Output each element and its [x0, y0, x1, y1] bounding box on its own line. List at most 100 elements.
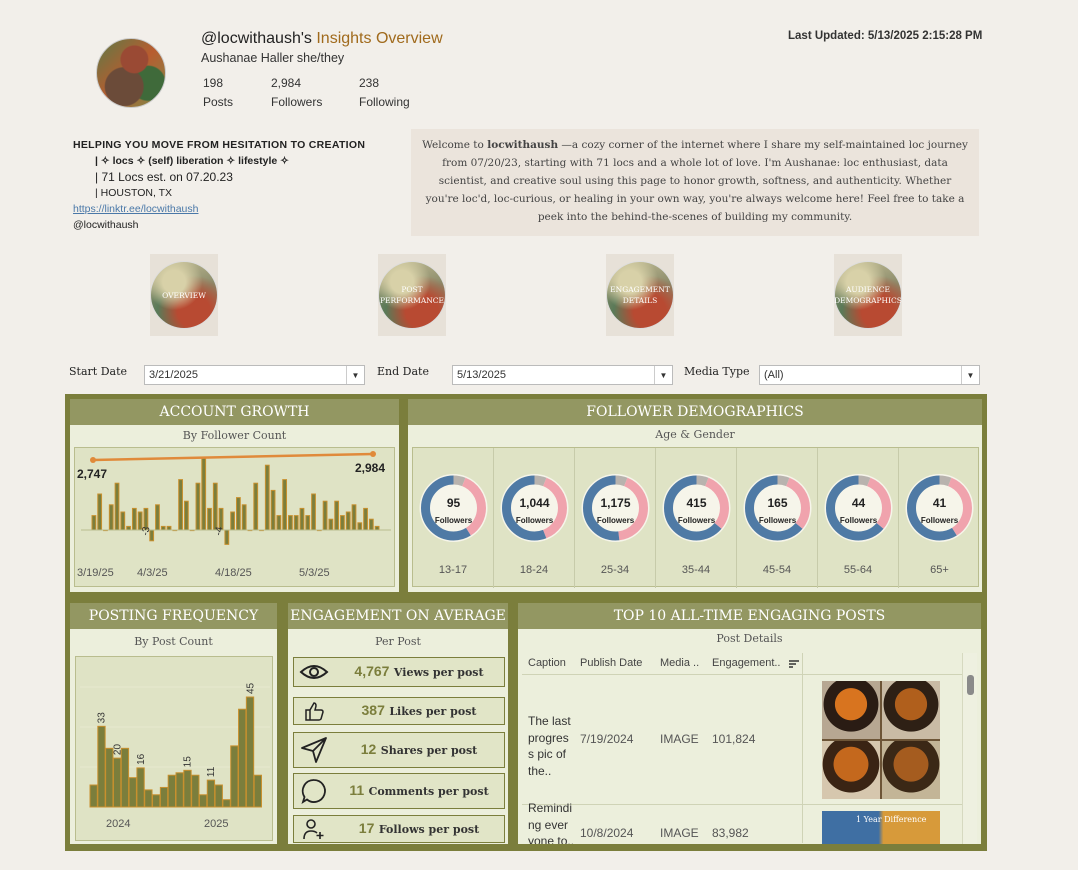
- nav-audience-demographics-button[interactable]: AUDIENCE DEMOGRAPHICS: [834, 262, 902, 328]
- donut-unit: Followers: [759, 516, 797, 525]
- media-type-select[interactable]: (All) ▼: [759, 365, 980, 385]
- comments-per-post-row: 11 Comments per post: [293, 773, 505, 809]
- growth-bar: [322, 500, 328, 531]
- growth-bar: [288, 515, 293, 531]
- growth-bar: [351, 504, 357, 531]
- chevron-down-icon: ▼: [961, 366, 979, 384]
- post-caption: Remindi ng ever yone to..: [528, 801, 575, 844]
- donut-cell-55-64: 44 Followers 55-64: [818, 448, 899, 588]
- engagement-panel: ENGAGEMENT ON AVERAGE Per Post 4,767 Vie…: [288, 603, 508, 844]
- freq-bar: [167, 774, 176, 808]
- growth-bar: [311, 493, 316, 531]
- donut-age-label: 65+: [930, 564, 949, 576]
- column-header-date[interactable]: Publish Date: [580, 657, 642, 669]
- freq-bar: [198, 794, 208, 808]
- donut-svg: 44 Followers: [824, 474, 893, 542]
- likes-label: Likes per post: [389, 705, 477, 718]
- freq-bar: [105, 747, 114, 808]
- donut-age-label: 18-24: [519, 564, 549, 576]
- freq-bar: [183, 769, 192, 808]
- freq-bar: [206, 779, 216, 808]
- growth-x-tick: 4/18/25: [215, 567, 252, 579]
- followers-count: 2,984: [271, 76, 302, 90]
- growth-bar: [340, 515, 345, 531]
- post-thumbnail[interactable]: [822, 681, 940, 799]
- linktree-link[interactable]: https://linktr.ee/locwithaush: [73, 203, 198, 215]
- nav-post-performance-button[interactable]: POST PERFORMANCE: [379, 262, 445, 328]
- growth-neg-label: -3: [140, 525, 152, 536]
- sort-icon[interactable]: [788, 658, 800, 676]
- thumb-image: [882, 741, 940, 799]
- page-title: @locwithaush's Insights Overview: [201, 30, 443, 48]
- donut-age-label: 35-44: [681, 564, 711, 576]
- donut-cell-65+: 41 Followers 65+: [899, 448, 980, 588]
- end-date-value: 5/13/2025: [457, 369, 506, 381]
- growth-bar: [178, 479, 183, 531]
- growth-bar: [230, 511, 236, 531]
- growth-bar: [108, 504, 114, 531]
- post-engagement: 83,982: [712, 826, 749, 840]
- post-date: 10/8/2024: [580, 826, 634, 840]
- donut-count: 415: [686, 496, 706, 510]
- table-row[interactable]: The last progres s pic of the.. 7/19/202…: [522, 675, 962, 805]
- growth-bar: [299, 507, 305, 531]
- account-growth-chart: 2,747 2,984 -3 -4 3/19/25 4/3/25 4/18/25 5/3/25: [74, 447, 395, 587]
- freq-bar: [112, 757, 122, 808]
- end-date-select[interactable]: 5/13/2025 ▼: [452, 365, 673, 385]
- column-header-caption[interactable]: Caption: [528, 657, 566, 669]
- top-posts-panel: TOP 10 ALL-TIME ENGAGING POSTS Post Deta…: [518, 603, 981, 844]
- posting-frequency-panel: POSTING FREQUENCY By Post Count 33 20 16 15…: [70, 603, 277, 844]
- profile-name: Aushanae Haller she/they: [201, 51, 345, 65]
- follower-demographics-subtitle: Age & Gender: [655, 428, 735, 441]
- table-header: Caption Publish Date Media .. Engagement…: [522, 653, 962, 843]
- thumb-image: [822, 681, 880, 739]
- send-icon: [294, 736, 334, 764]
- donut-svg: 415 Followers: [662, 474, 731, 542]
- growth-neg-label: -4: [213, 525, 225, 536]
- donut-age-label: 45-54: [762, 564, 792, 576]
- table-scrollbar[interactable]: [962, 653, 977, 844]
- scrollbar-thumb[interactable]: [967, 675, 974, 695]
- start-date-select[interactable]: 3/21/2025 ▼: [144, 365, 365, 385]
- engagement-subtitle: Per Post: [375, 635, 421, 648]
- growth-bar: [166, 525, 172, 531]
- growth-x-tick: 5/3/25: [299, 567, 330, 579]
- welcome-pre: Welcome to: [422, 139, 488, 151]
- donut-age-label: 13-17: [438, 564, 468, 576]
- growth-bar: [155, 504, 160, 531]
- welcome-text: —a cozy corner of the internet where I s…: [425, 139, 968, 223]
- post-thumbnail[interactable]: 1 Year Difference: [822, 811, 940, 844]
- nav-overview-button[interactable]: OVERVIEW: [151, 262, 217, 328]
- comment-icon: [294, 777, 334, 805]
- freq-bar: [222, 799, 231, 808]
- account-growth-title: ACCOUNT GROWTH: [70, 399, 399, 425]
- donut-cell-25-34: 1,175 Followers 25-34: [575, 448, 656, 588]
- donut-cell-18-24: 1,044 Followers 18-24: [494, 448, 575, 588]
- account-growth-subtitle: By Follower Count: [182, 429, 287, 442]
- table-row[interactable]: Remindi ng ever yone to.. 10/8/2024 IMAG…: [522, 801, 962, 844]
- growth-point: [370, 451, 376, 457]
- growth-bar: [363, 507, 368, 531]
- bio-tagline: HELPING YOU MOVE FROM HESITATION TO CREA…: [73, 139, 366, 151]
- growth-bar: [374, 525, 380, 531]
- nav-engagement-details-button[interactable]: ENGAGEMENT DETAILS: [607, 262, 673, 328]
- donut-count: 95: [447, 496, 461, 510]
- post-media: IMAGE: [660, 732, 699, 746]
- freq-bar: [175, 772, 184, 808]
- freq-bar: [245, 696, 255, 808]
- growth-bar: [236, 497, 241, 531]
- bio-handle: @locwithaush: [73, 219, 139, 231]
- column-header-media[interactable]: Media ..: [660, 657, 699, 669]
- donut-svg: 95 Followers: [419, 474, 488, 542]
- growth-bar: [207, 507, 212, 531]
- growth-end-label: 2,984: [355, 461, 385, 475]
- donut-svg: 1,175 Followers: [581, 474, 650, 542]
- growth-start-label: 2,747: [77, 467, 107, 481]
- column-header-engagement[interactable]: Engagement..: [712, 657, 781, 669]
- growth-bar: [131, 507, 137, 531]
- growth-bar: [305, 515, 311, 531]
- profile-bio: HELPING YOU MOVE FROM HESITATION TO CREA…: [73, 137, 365, 233]
- freq-data-label: 15: [183, 756, 194, 768]
- nav-label: OVERVIEW: [162, 290, 206, 300]
- freq-bar: [97, 725, 106, 808]
